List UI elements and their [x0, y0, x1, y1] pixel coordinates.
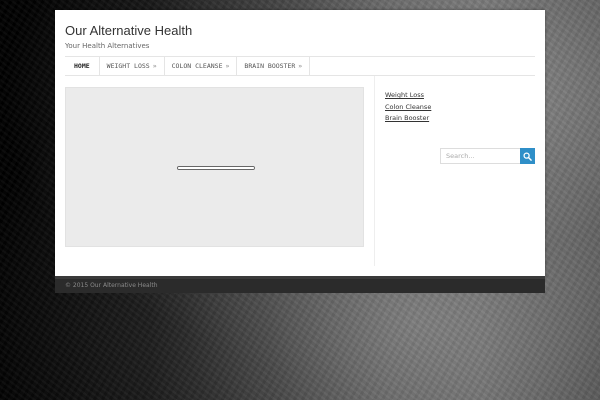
nav-item-label: HOME: [74, 62, 90, 70]
site-title[interactable]: Our Alternative Health: [65, 23, 192, 38]
nav-item-label: WEIGHT LOSS: [106, 62, 150, 70]
sidebar-link-brain-booster[interactable]: Brain Booster: [385, 113, 431, 125]
loading-progress-bar: [177, 166, 255, 170]
nav-item-label: COLON CLEANSE: [171, 62, 223, 70]
nav-item-home[interactable]: HOME: [65, 57, 100, 75]
nav-item-weight-loss[interactable]: WEIGHT LOSS »: [100, 57, 165, 75]
search-icon: [523, 151, 532, 161]
search-button[interactable]: [520, 148, 535, 164]
nav-item-brain-booster[interactable]: BRAIN BOOSTER »: [237, 57, 311, 75]
sidebar-link-colon-cleanse[interactable]: Colon Cleanse: [385, 102, 431, 114]
progress-fill: [178, 167, 254, 169]
site-description: Your Health Alternatives: [65, 42, 150, 50]
sidebar-link-weight-loss[interactable]: Weight Loss: [385, 90, 431, 102]
page-container: Our Alternative Health Your Health Alter…: [55, 10, 545, 276]
submenu-arrow-icon: »: [152, 62, 157, 70]
main-nav: HOME WEIGHT LOSS » COLON CLEANSE » BRAIN…: [65, 56, 535, 76]
submenu-arrow-icon: »: [298, 62, 303, 70]
nav-item-colon-cleanse[interactable]: COLON CLEANSE »: [165, 57, 238, 75]
submenu-arrow-icon: »: [225, 62, 230, 70]
search-input[interactable]: [440, 148, 520, 164]
sidebar-divider: [374, 76, 375, 266]
site-footer: © 2015 Our Alternative Health: [55, 276, 545, 293]
footer-copyright: © 2015 Our Alternative Health: [65, 282, 158, 289]
sidebar: Weight Loss Colon Cleanse Brain Booster: [385, 90, 431, 125]
main-content-area: [65, 87, 364, 247]
search-form: [440, 148, 535, 164]
nav-item-label: BRAIN BOOSTER: [244, 62, 296, 70]
